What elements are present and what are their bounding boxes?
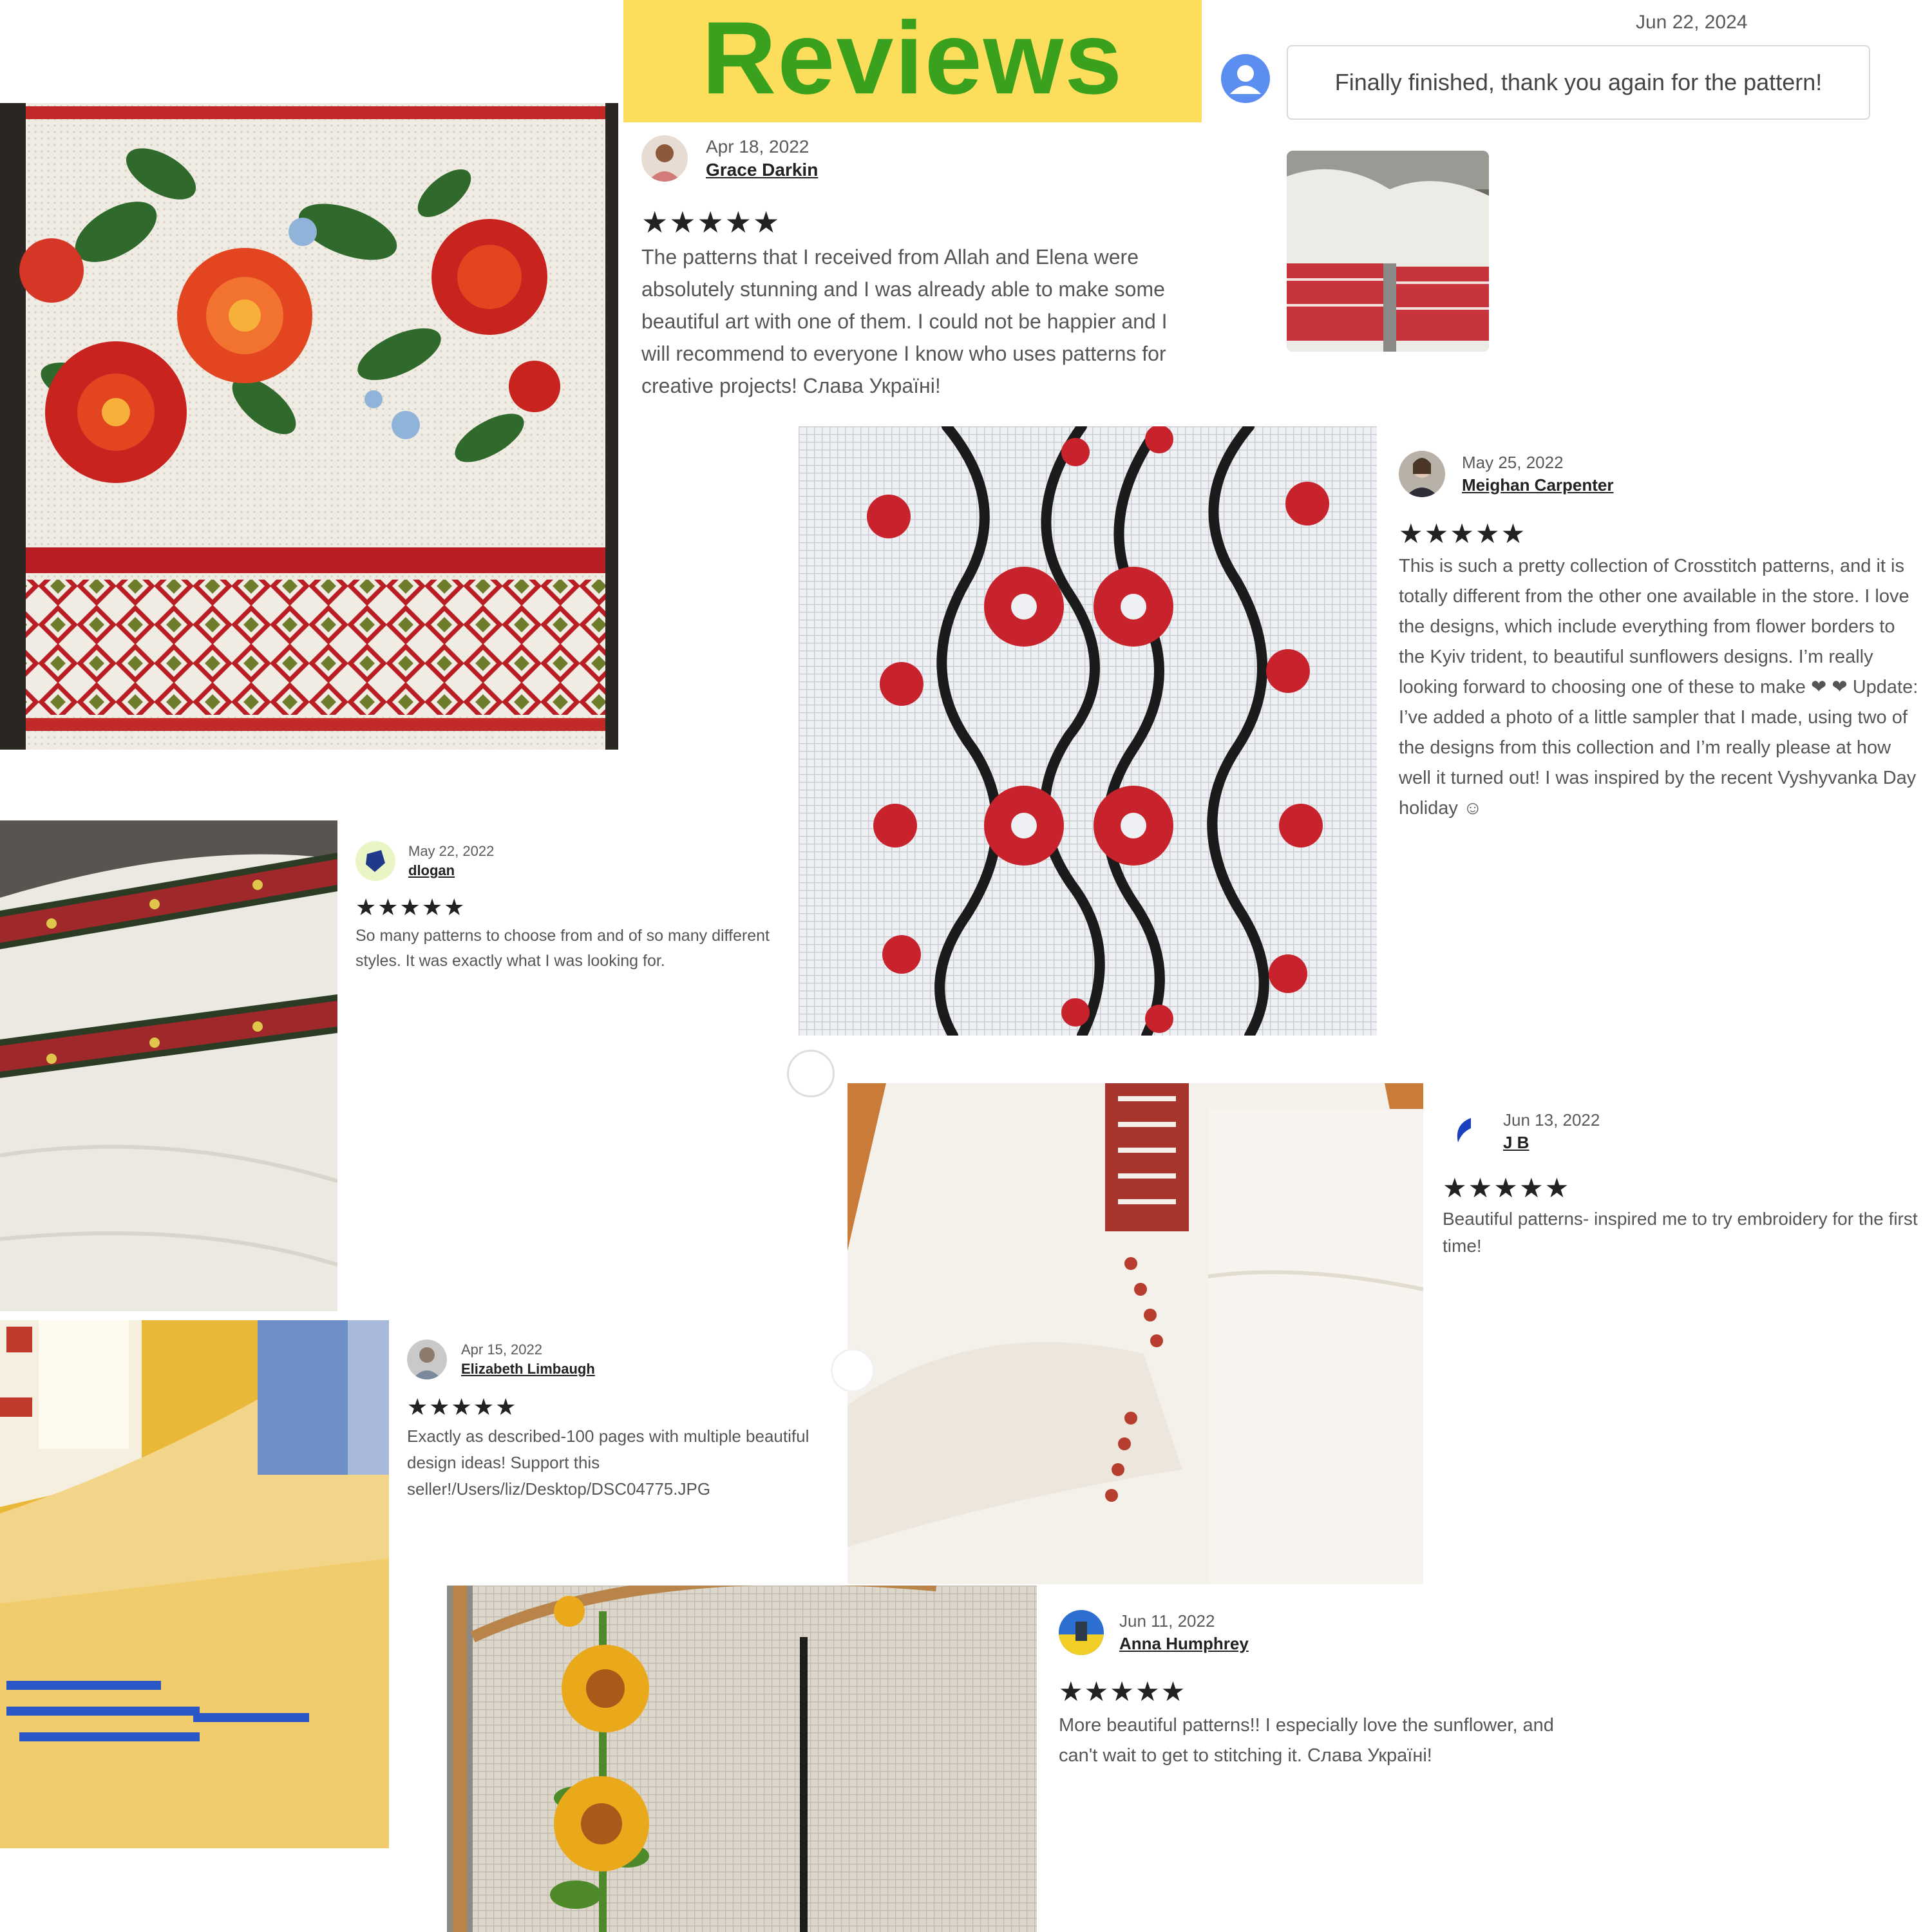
review-photo-embroidered-shirt[interactable] (848, 1083, 1423, 1584)
review-text: More beautiful patterns!! I especially l… (1059, 1715, 1554, 1766)
carousel-next-button[interactable] (831, 1349, 875, 1392)
star-rating: ★★★★★ (355, 895, 466, 921)
review-text: Finally finished, thank you again for th… (1334, 69, 1823, 95)
page-title: Reviews (701, 0, 1124, 115)
review-photo-vine-pattern[interactable] (799, 426, 1377, 1036)
reviewer-name-link[interactable]: Elizabeth Limbaugh (461, 1361, 595, 1378)
review-date: Apr 18, 2022 (706, 137, 810, 156)
review-card-grace-darkin: Apr 18, 2022 Grace Darkin ★★★★★ The patt… (641, 135, 1199, 402)
reviewer-name-link[interactable]: Grace Darkin (706, 160, 818, 180)
review-photo-cloth-bands[interactable] (0, 820, 337, 1311)
review-card-meighan-carpenter: May 25, 2022 Meighan Carpenter ★★★★★ Thi… (1399, 451, 1923, 824)
review-card-anna-humphrey: Jun 11, 2022 Anna Humphrey ★★★★★ More be… (1059, 1610, 1561, 1771)
review-date: Jun 13, 2022 (1503, 1110, 1600, 1130)
star-rating: ★★★★★ (407, 1394, 518, 1421)
star-rating: ★★★★★ (1399, 518, 1527, 549)
review-date: May 25, 2022 (1462, 453, 1564, 472)
reviewer-avatar (355, 841, 395, 881)
reviewer-name-link[interactable]: Meighan Carpenter (1462, 475, 1614, 495)
review-text: The patterns that I received from Allah … (641, 245, 1168, 397)
reviewer-name-link[interactable]: Anna Humphrey (1119, 1634, 1249, 1654)
reviewer-avatar (407, 1340, 447, 1379)
review-date: May 22, 2022 (408, 843, 495, 859)
review-text: So many patterns to choose from and of s… (355, 927, 770, 970)
reviewer-avatar (1399, 451, 1445, 497)
reviewer-name-link[interactable]: dlogan (408, 862, 494, 879)
carousel-prev-button[interactable] (787, 1050, 835, 1097)
star-rating: ★★★★★ (1443, 1172, 1571, 1204)
review-photo-sunflowers[interactable] (447, 1586, 1037, 1932)
review-date: Jun 11, 2022 (1119, 1611, 1215, 1631)
review-date: Jun 22, 2024 (1636, 12, 1748, 33)
review-text: Beautiful patterns- inspired me to try e… (1443, 1209, 1918, 1256)
reviewer-avatar (1059, 1610, 1104, 1655)
review-card-dlogan: May 22, 2022 dlogan ★★★★★ So many patter… (355, 841, 793, 974)
review-message-bubble: Finally finished, thank you again for th… (1287, 45, 1870, 120)
user-avatar-icon (1221, 54, 1270, 103)
star-rating: ★★★★★ (641, 205, 781, 240)
reviewer-avatar (1443, 1109, 1488, 1154)
review-photo-rose-runner[interactable] (0, 103, 618, 750)
reviewer-name-link[interactable]: J B (1503, 1133, 1600, 1153)
review-photo-yellow-cloth[interactable] (0, 1320, 389, 1848)
review-date: Apr 15, 2022 (461, 1341, 542, 1358)
star-rating: ★★★★★ (1059, 1676, 1187, 1707)
review-text: This is such a pretty collection of Cros… (1399, 556, 1918, 819)
review-card-jb: Jun 13, 2022 J B ★★★★★ Beautiful pattern… (1443, 1109, 1932, 1260)
review-photo-shirt-hem[interactable] (1287, 151, 1489, 352)
review-card-elizabeth-limbaugh: Apr 15, 2022 Elizabeth Limbaugh ★★★★★ Ex… (407, 1340, 832, 1502)
reviewer-avatar (641, 135, 688, 182)
reviews-title-banner: Reviews (623, 0, 1202, 122)
review-text: Exactly as described-100 pages with mult… (407, 1426, 810, 1499)
